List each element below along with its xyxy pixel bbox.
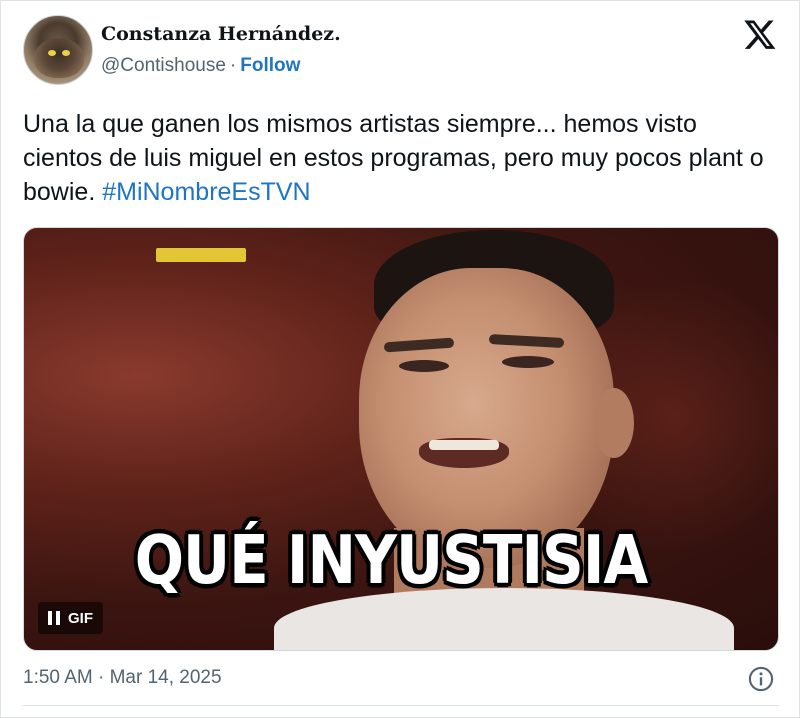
avatar[interactable]	[23, 15, 93, 85]
gif-media[interactable]: QUÉ INYUSTISIA GIF	[23, 227, 779, 651]
broadcaster-logo	[156, 248, 246, 262]
post-footer: 1:50 AM · Mar 14, 2025	[23, 665, 779, 693]
post-header: Constanza Hernández. @Contishouse · Follow	[23, 15, 783, 87]
avatar-eye	[48, 50, 56, 56]
display-name[interactable]: Constanza Hernández.	[101, 23, 341, 45]
footer-divider	[23, 705, 779, 706]
person-eye	[502, 356, 554, 368]
gif-caption: QUÉ INYUSTISIA	[24, 521, 778, 599]
person-teeth	[429, 440, 499, 450]
gif-controls: GIF	[38, 602, 103, 634]
post-timestamp[interactable]: 1:50 AM · Mar 14, 2025	[23, 667, 222, 689]
gif-caption-text: QUÉ INYUSTISIA	[134, 520, 649, 600]
post-text: Una la que ganen los mismos artistas sie…	[23, 107, 783, 209]
pause-icon[interactable]	[48, 611, 60, 625]
avatar-cat-image	[34, 38, 84, 78]
handle-row: @Contishouse · Follow	[101, 55, 300, 77]
person-eye	[399, 360, 449, 372]
avatar-eye	[62, 50, 70, 56]
info-icon[interactable]	[747, 665, 775, 693]
x-logo-icon[interactable]	[743, 17, 777, 51]
gif-badge: GIF	[68, 609, 93, 627]
embedded-post-card: Constanza Hernández. @Contishouse · Follow…	[0, 0, 800, 718]
separator-dot: ·	[229, 55, 237, 76]
user-handle[interactable]: @Contishouse	[101, 55, 226, 76]
hashtag-link[interactable]: #MiNombreEsTVN	[102, 178, 310, 206]
follow-button[interactable]: Follow	[240, 55, 300, 76]
person-ear	[594, 388, 634, 458]
